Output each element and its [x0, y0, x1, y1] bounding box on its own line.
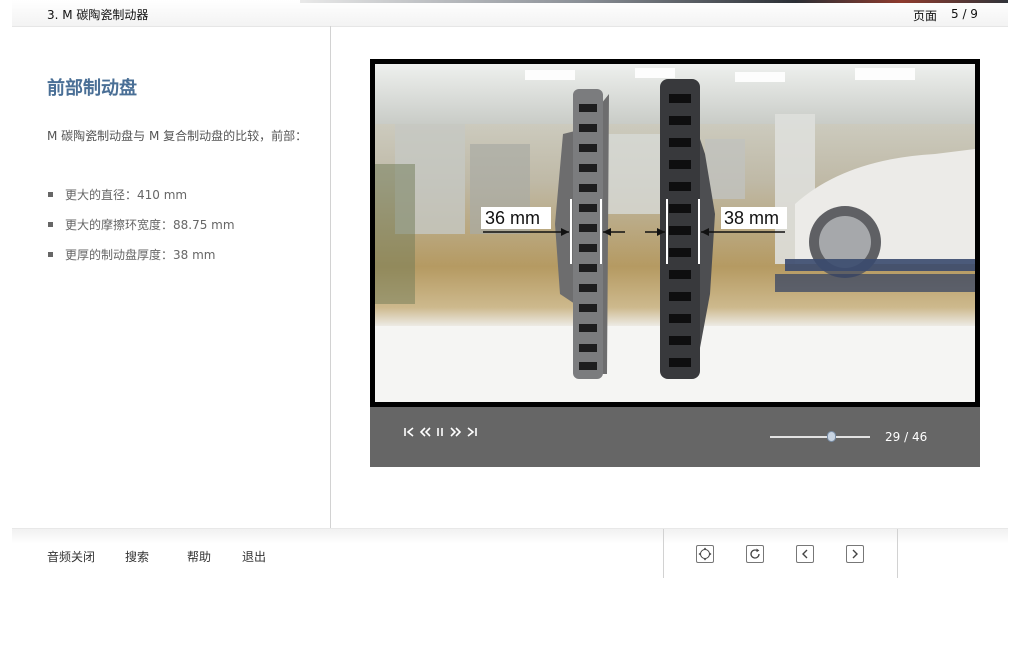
pause-icon[interactable] [433, 425, 447, 439]
help-link[interactable]: 帮助 [187, 548, 211, 565]
video-player[interactable]: 36 mm 38 mm [370, 59, 980, 407]
section-title: 前部制动盘 [47, 78, 137, 99]
previous-page-button[interactable] [796, 545, 814, 563]
next-icon [852, 549, 858, 559]
bullet-text: 更大的摩擦环宽度：88.75 mm [65, 218, 235, 232]
skip-to-end-icon[interactable] [465, 425, 479, 439]
exit-link[interactable]: 退出 [242, 548, 266, 565]
bullet-item: 更大的直径：410 mm [47, 186, 235, 216]
bullet-text: 更厚的制动盘厚度：38 mm [65, 248, 216, 262]
video-controls: 29 / 46 [370, 407, 980, 467]
reload-icon [750, 548, 760, 559]
previous-icon [802, 549, 808, 559]
chapter-title: 3. M 碳陶瓷制动器 [47, 8, 149, 22]
frame-counter: 29 / 46 [885, 430, 928, 444]
next-page-button[interactable] [846, 545, 864, 563]
bullet-icon [48, 222, 53, 227]
seek-slider-thumb[interactable] [827, 431, 836, 442]
search-link[interactable]: 搜索 [125, 548, 149, 565]
bullet-item: 更厚的制动盘厚度：38 mm [47, 246, 235, 276]
bullet-text: 更大的直径：410 mm [65, 188, 188, 202]
video-screen[interactable]: 36 mm 38 mm [375, 64, 975, 402]
overview-icon [698, 547, 712, 561]
seek-slider-track[interactable] [770, 436, 870, 438]
bullet-item: 更大的摩擦环宽度：88.75 mm [47, 216, 235, 246]
fast-forward-icon[interactable] [449, 425, 463, 439]
measurement-label-right: 38 mm [724, 208, 779, 228]
top-bar [12, 0, 1008, 27]
section-description: M 碳陶瓷制动盘与 M 复合制动盘的比较，前部： [47, 129, 308, 143]
bullet-list: 更大的直径：410 mm 更大的摩擦环宽度：88.75 mm 更厚的制动盘厚度：… [47, 186, 235, 276]
header-image-strip [300, 0, 1008, 3]
reload-button[interactable] [746, 545, 764, 563]
rewind-icon[interactable] [418, 425, 432, 439]
skip-to-start-icon[interactable] [402, 425, 416, 439]
nav-divider-right [897, 529, 898, 578]
bullet-icon [48, 192, 53, 197]
page-label: 页面 [913, 9, 938, 23]
audio-off-link[interactable]: 音频关闭 [47, 548, 95, 565]
nav-divider-left [663, 529, 664, 578]
overview-button[interactable] [696, 545, 714, 563]
content-divider [330, 26, 331, 529]
measurement-label-left: 36 mm [485, 208, 540, 228]
bullet-icon [48, 252, 53, 257]
brake-disc-comparison-image: 36 mm 38 mm [375, 64, 975, 402]
page-number: 5 / 9 [951, 7, 978, 21]
